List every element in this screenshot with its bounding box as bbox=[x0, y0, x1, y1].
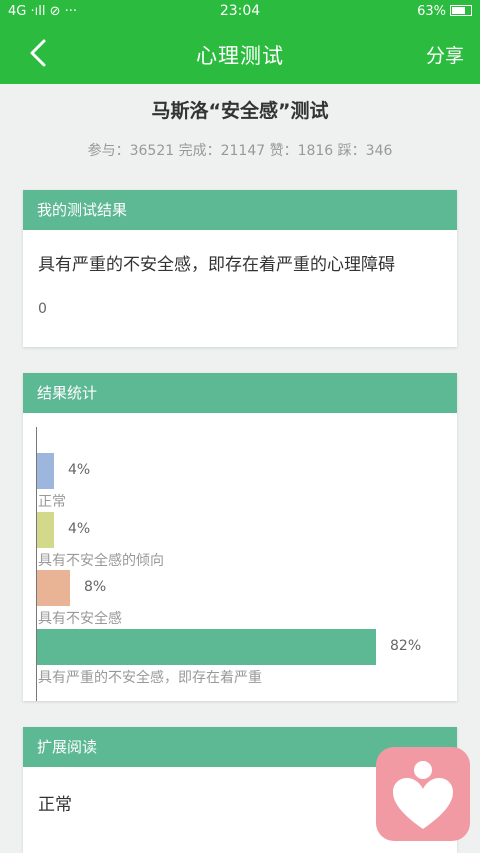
status-time: 23:04 bbox=[219, 3, 261, 19]
statistics-card: 结果统计 4% 正常 4% 具有不安全感的倾向 8% 具有不安全感 82% 具有严重的不安全感… bbox=[23, 373, 457, 701]
chart-bar bbox=[37, 453, 54, 489]
chart-category-label: 具有不安全感的倾向 bbox=[38, 552, 164, 569]
floating-heart-button[interactable] bbox=[376, 747, 470, 841]
chart-value-label: 4% bbox=[68, 462, 91, 478]
share-button[interactable]: 分享 bbox=[426, 41, 464, 68]
chart-bar bbox=[37, 511, 54, 548]
result-text: 具有严重的不安全感，即存在着严重的心理障碍 bbox=[38, 255, 395, 275]
chart-value-label: 8% bbox=[84, 579, 107, 595]
heart-person-icon bbox=[393, 761, 453, 829]
page-title: 心理测试 bbox=[196, 44, 284, 68]
chart-category-label: 正常 bbox=[38, 494, 66, 510]
battery-icon bbox=[450, 5, 472, 16]
battery-indicator: 63% bbox=[417, 4, 472, 19]
nav-bar: 心理测试 分享 bbox=[0, 24, 480, 84]
chart-category-label: 具有不安全感 bbox=[38, 611, 122, 627]
test-title: 马斯洛“安全感”测试 bbox=[151, 100, 329, 122]
status-bar: 4G ·ıll ⊘ ··· 23:04 63% bbox=[0, 0, 480, 24]
my-result-header: 我的测试结果 bbox=[23, 190, 457, 230]
chart-bar bbox=[37, 570, 70, 606]
chart-value-label: 4% bbox=[68, 520, 91, 537]
battery-percent: 63% bbox=[417, 4, 446, 19]
statistics-header: 结果统计 bbox=[23, 373, 457, 413]
extended-reading-text: 正常 bbox=[38, 795, 72, 815]
result-score: 0 bbox=[38, 301, 47, 317]
chart-value-label: 82% bbox=[390, 637, 422, 654]
chart-bar bbox=[37, 628, 376, 665]
chart-category-label: 具有严重的不安全感，即存在着严重 bbox=[38, 669, 262, 686]
my-result-card: 我的测试结果 具有严重的不安全感，即存在着严重的心理障碍 0 bbox=[23, 190, 457, 347]
test-stats: 参与：36521 完成：21147 赞：1816 踩：346 bbox=[87, 143, 393, 159]
